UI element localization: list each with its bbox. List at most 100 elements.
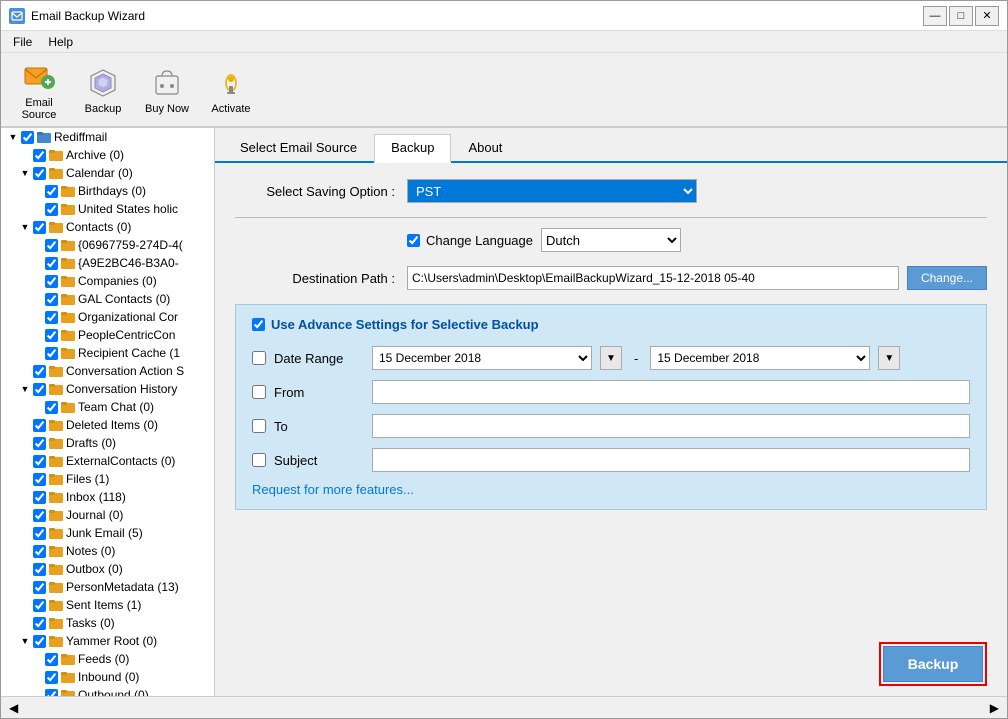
tree-item-journal[interactable]: ▶ Journal (0) — [1, 506, 214, 524]
toggle-calendar[interactable]: ▼ — [19, 167, 31, 179]
check-feeds[interactable] — [45, 653, 58, 666]
maximize-button[interactable]: □ — [949, 6, 973, 26]
check-outbound[interactable] — [45, 689, 58, 697]
toggle-yammer[interactable]: ▼ — [19, 635, 31, 647]
date-range-checkbox[interactable] — [252, 351, 266, 365]
tree-item-outbox[interactable]: ▶ Outbox (0) — [1, 560, 214, 578]
check-archive[interactable] — [33, 149, 46, 162]
date-to-picker[interactable]: ▼ — [878, 346, 900, 370]
activate-button[interactable]: Activate — [201, 57, 261, 122]
tree-item-rediffmail[interactable]: ▼ Rediffmail — [1, 128, 214, 146]
check-inbox[interactable] — [33, 491, 46, 504]
check-rediffmail[interactable] — [21, 131, 34, 144]
check-contact1[interactable] — [45, 239, 58, 252]
tab-about[interactable]: About — [451, 134, 519, 161]
check-people[interactable] — [45, 329, 58, 342]
check-drafts[interactable] — [33, 437, 46, 450]
tree-item-tasks[interactable]: ▶ Tasks (0) — [1, 614, 214, 632]
tree-item-contact1[interactable]: ▶ {06967759-274D-4( — [1, 236, 214, 254]
tree-item-contact2[interactable]: ▶ {A9E2BC46-B3A0- — [1, 254, 214, 272]
tree-item-junk[interactable]: ▶ Junk Email (5) — [1, 524, 214, 542]
check-person-meta[interactable] — [33, 581, 46, 594]
tree-item-sent[interactable]: ▶ Sent Items (1) — [1, 596, 214, 614]
close-button[interactable]: ✕ — [975, 6, 999, 26]
from-input[interactable] — [372, 380, 970, 404]
check-junk[interactable] — [33, 527, 46, 540]
tree-item-person-meta[interactable]: ▶ PersonMetadata (13) — [1, 578, 214, 596]
tab-select-email-source[interactable]: Select Email Source — [223, 134, 374, 161]
email-source-button[interactable]: Email Source — [9, 57, 69, 122]
date-to-select[interactable]: 15 December 2018 — [650, 346, 870, 370]
menu-help[interactable]: Help — [40, 33, 81, 51]
tree-item-conv-action[interactable]: ▶ Conversation Action S — [1, 362, 214, 380]
check-files[interactable] — [33, 473, 46, 486]
tree-item-outbound[interactable]: ▶ Outbound (0) — [1, 686, 214, 696]
check-recipient[interactable] — [45, 347, 58, 360]
advanced-settings-checkbox[interactable] — [252, 318, 265, 331]
check-org[interactable] — [45, 311, 58, 324]
check-conv-action[interactable] — [33, 365, 46, 378]
check-deleted[interactable] — [33, 419, 46, 432]
tree-item-conv-history[interactable]: ▼ Conversation History — [1, 380, 214, 398]
scroll-right[interactable]: ▶ — [990, 701, 999, 715]
tab-backup[interactable]: Backup — [374, 134, 451, 163]
tree-item-org[interactable]: ▶ Organizational Cor — [1, 308, 214, 326]
tree-item-archive[interactable]: ▶ Archive (0) — [1, 146, 214, 164]
tree-item-feeds[interactable]: ▶ Feeds (0) — [1, 650, 214, 668]
toggle-contacts[interactable]: ▼ — [19, 221, 31, 233]
check-notes[interactable] — [33, 545, 46, 558]
tree-item-external[interactable]: ▶ ExternalContacts (0) — [1, 452, 214, 470]
tree-item-drafts[interactable]: ▶ Drafts (0) — [1, 434, 214, 452]
to-checkbox[interactable] — [252, 419, 266, 433]
tree-item-calendar[interactable]: ▼ Calendar (0) — [1, 164, 214, 182]
tree-item-deleted[interactable]: ▶ Deleted Items (0) — [1, 416, 214, 434]
check-yammer[interactable] — [33, 635, 46, 648]
tree-item-people[interactable]: ▶ PeopleCentricCon — [1, 326, 214, 344]
tree-item-inbox[interactable]: ▶ Inbox (118) — [1, 488, 214, 506]
language-select[interactable]: Dutch English French German — [541, 228, 681, 252]
check-conv-history[interactable] — [33, 383, 46, 396]
tree-item-united-states[interactable]: ▶ United States holic — [1, 200, 214, 218]
check-contacts[interactable] — [33, 221, 46, 234]
tree-item-companies[interactable]: ▶ Companies (0) — [1, 272, 214, 290]
change-button[interactable]: Change... — [907, 266, 987, 290]
tree-item-team-chat[interactable]: ▶ Team Chat (0) — [1, 398, 214, 416]
backup-action-button[interactable]: Backup — [883, 646, 983, 682]
check-united[interactable] — [45, 203, 58, 216]
tree-item-contacts[interactable]: ▼ Contacts (0) — [1, 218, 214, 236]
toggle-conv-history[interactable]: ▼ — [19, 383, 31, 395]
check-outbox[interactable] — [33, 563, 46, 576]
check-birthdays[interactable] — [45, 185, 58, 198]
change-language-checkbox[interactable] — [407, 234, 420, 247]
check-inbound[interactable] — [45, 671, 58, 684]
date-from-select[interactable]: 15 December 2018 — [372, 346, 592, 370]
check-gal[interactable] — [45, 293, 58, 306]
check-contact2[interactable] — [45, 257, 58, 270]
backup-button[interactable]: Backup — [73, 57, 133, 122]
subject-input[interactable] — [372, 448, 970, 472]
buy-now-button[interactable]: Buy Now — [137, 57, 197, 122]
menu-file[interactable]: File — [5, 33, 40, 51]
destination-path-input[interactable] — [407, 266, 899, 290]
check-companies[interactable] — [45, 275, 58, 288]
check-tasks[interactable] — [33, 617, 46, 630]
from-checkbox[interactable] — [252, 385, 266, 399]
tree-item-recipient[interactable]: ▶ Recipient Cache (1 — [1, 344, 214, 362]
tree-item-inbound[interactable]: ▶ Inbound (0) — [1, 668, 214, 686]
tree-item-yammer[interactable]: ▼ Yammer Root (0) — [1, 632, 214, 650]
check-external[interactable] — [33, 455, 46, 468]
to-input[interactable] — [372, 414, 970, 438]
minimize-button[interactable]: — — [923, 6, 947, 26]
more-features-link[interactable]: Request for more features... — [252, 482, 414, 497]
check-calendar[interactable] — [33, 167, 46, 180]
subject-checkbox[interactable] — [252, 453, 266, 467]
date-from-picker[interactable]: ▼ — [600, 346, 622, 370]
tree-item-gal[interactable]: ▶ GAL Contacts (0) — [1, 290, 214, 308]
check-team-chat[interactable] — [45, 401, 58, 414]
saving-option-select[interactable]: PST MBOX EML MSG PDF — [407, 179, 697, 203]
check-sent[interactable] — [33, 599, 46, 612]
toggle-rediffmail[interactable]: ▼ — [7, 131, 19, 143]
scroll-left[interactable]: ◀ — [9, 701, 18, 715]
check-journal[interactable] — [33, 509, 46, 522]
tree-item-files[interactable]: ▶ Files (1) — [1, 470, 214, 488]
